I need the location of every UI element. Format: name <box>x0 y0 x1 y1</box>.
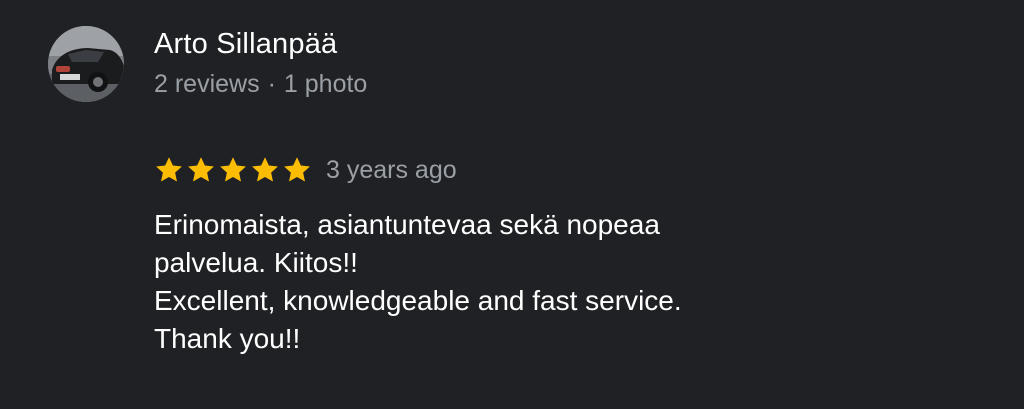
rating-row: 3 years ago <box>154 152 457 188</box>
car-photo-icon <box>48 26 124 102</box>
star-icon <box>218 155 248 185</box>
review-text-line: Erinomaista, asiantuntevaa sekä nopeaa <box>154 209 660 240</box>
review-text-line: palvelua. Kiitos!! <box>154 247 358 278</box>
meta-separator: · <box>267 70 276 98</box>
author-name[interactable]: Arto Sillanpää <box>154 26 337 62</box>
avatar[interactable] <box>48 26 124 102</box>
author-photos-count: 1 photo <box>283 70 368 98</box>
star-icon <box>154 155 184 185</box>
star-rating <box>154 155 312 185</box>
review-date: 3 years ago <box>326 156 457 184</box>
star-icon <box>250 155 280 185</box>
author-reviews-count: 2 reviews <box>154 70 260 98</box>
author-meta: 2 reviews · 1 photo <box>154 68 367 100</box>
star-icon <box>186 155 216 185</box>
star-icon <box>282 155 312 185</box>
review-text-line: Thank you!! <box>154 323 301 354</box>
review-text: Erinomaista, asiantuntevaa sekä nopeaa p… <box>154 206 914 358</box>
review-text-line: Excellent, knowledgeable and fast servic… <box>154 285 682 316</box>
review-card: Arto Sillanpää 2 reviews · 1 photo 3 years… <box>0 0 1024 409</box>
